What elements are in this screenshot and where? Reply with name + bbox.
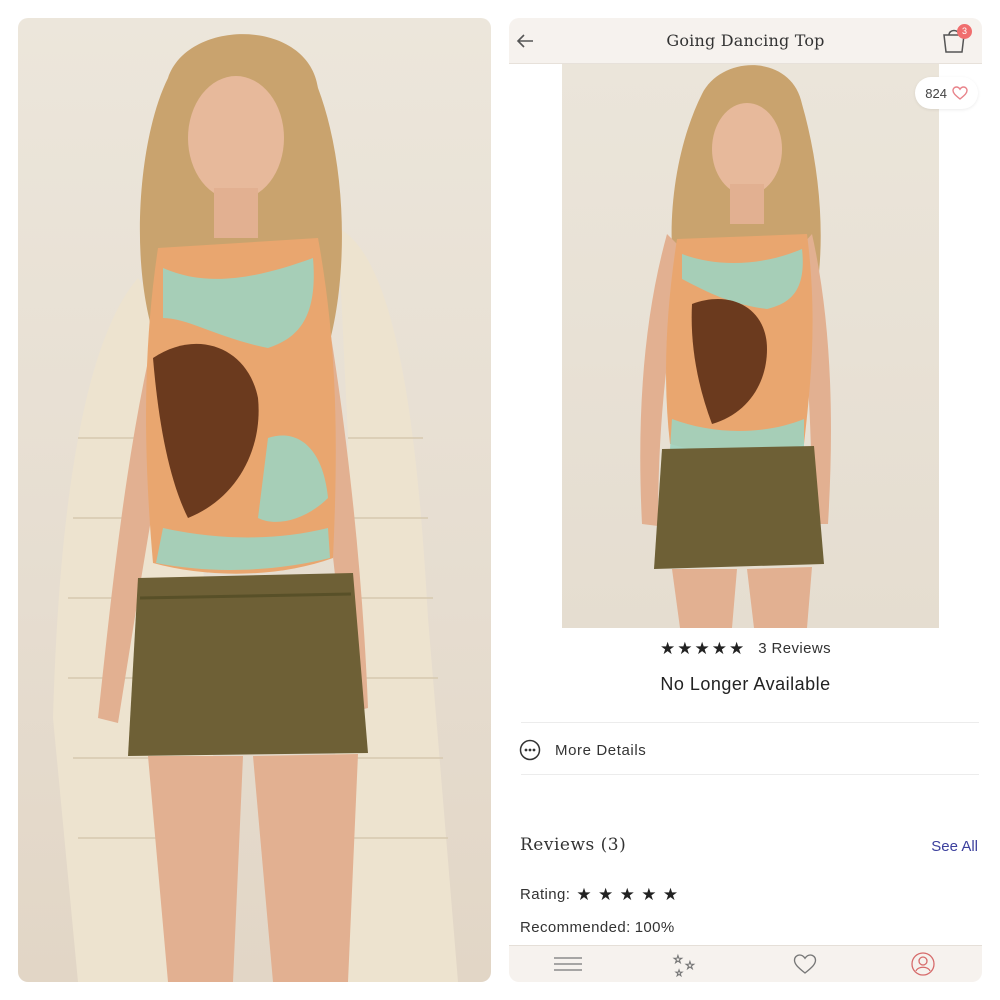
- model-illustration: [640, 65, 831, 628]
- back-button[interactable]: [511, 27, 539, 55]
- star-icon: ★: [597, 885, 614, 904]
- tab-menu[interactable]: [548, 949, 588, 979]
- star-icon: ★: [659, 639, 676, 658]
- rating-label: Rating:: [520, 886, 571, 903]
- svg-text:☆: ☆: [675, 969, 683, 977]
- product-image[interactable]: [562, 64, 939, 628]
- editorial-photo: [18, 18, 491, 982]
- arrow-left-icon: [516, 34, 533, 48]
- product-page: Going Dancing Top 3 824 ★ ★ ★ ★ ★ 3 Revi…: [509, 18, 982, 982]
- star-rating: ★ ★ ★ ★ ★: [660, 640, 744, 657]
- recommended-summary: Recommended: 100%: [520, 919, 675, 936]
- svg-text:☆: ☆: [685, 959, 695, 972]
- product-rating-row: ★ ★ ★ ★ ★ 3 Reviews: [509, 640, 982, 657]
- likes-count: 824: [925, 85, 947, 101]
- menu-icon: [554, 957, 583, 971]
- star-icon: ★: [641, 885, 657, 904]
- divider: [521, 774, 979, 775]
- star-icon: ★: [662, 885, 679, 904]
- more-details-label: More Details: [555, 741, 647, 759]
- model-illustration: [53, 34, 458, 982]
- recommended-label: Recommended:: [520, 919, 631, 936]
- reviews-link[interactable]: 3 Reviews: [758, 640, 831, 657]
- divider: [521, 722, 979, 723]
- star-icon: ★: [694, 639, 710, 658]
- sparkles-icon: ☆ ☆ ☆: [673, 953, 696, 977]
- star-icon: ★: [619, 885, 636, 904]
- availability-status: No Longer Available: [660, 674, 831, 694]
- app-header: Going Dancing Top 3: [509, 18, 982, 64]
- rating-summary: Rating: ★ ★ ★ ★ ★: [520, 886, 679, 903]
- like-button[interactable]: 824: [915, 77, 978, 109]
- star-icon: ★: [728, 639, 745, 658]
- star-icon: ★: [576, 885, 592, 904]
- svg-text:☆: ☆: [673, 953, 683, 966]
- tab-account[interactable]: [903, 949, 943, 979]
- heart-icon: [793, 954, 816, 974]
- heart-outline-icon: [952, 86, 968, 100]
- star-icon: ★: [677, 639, 693, 658]
- star-icon: ★: [711, 639, 727, 658]
- see-all-reviews-link[interactable]: See All: [931, 838, 978, 855]
- account-icon: [911, 952, 935, 976]
- page-title: Going Dancing Top: [666, 31, 825, 50]
- ellipsis-circle-icon: [519, 739, 541, 761]
- reviews-heading: Reviews (3): [520, 835, 627, 855]
- cart-button[interactable]: 3: [938, 22, 972, 56]
- more-details-button[interactable]: More Details: [519, 732, 979, 768]
- recommended-value: 100%: [634, 919, 675, 936]
- bottom-tab-bar: ☆ ☆ ☆: [509, 945, 982, 982]
- cart-count-badge: 3: [957, 24, 972, 39]
- tab-explore[interactable]: ☆ ☆ ☆: [666, 949, 706, 979]
- tab-favorites[interactable]: [785, 949, 825, 979]
